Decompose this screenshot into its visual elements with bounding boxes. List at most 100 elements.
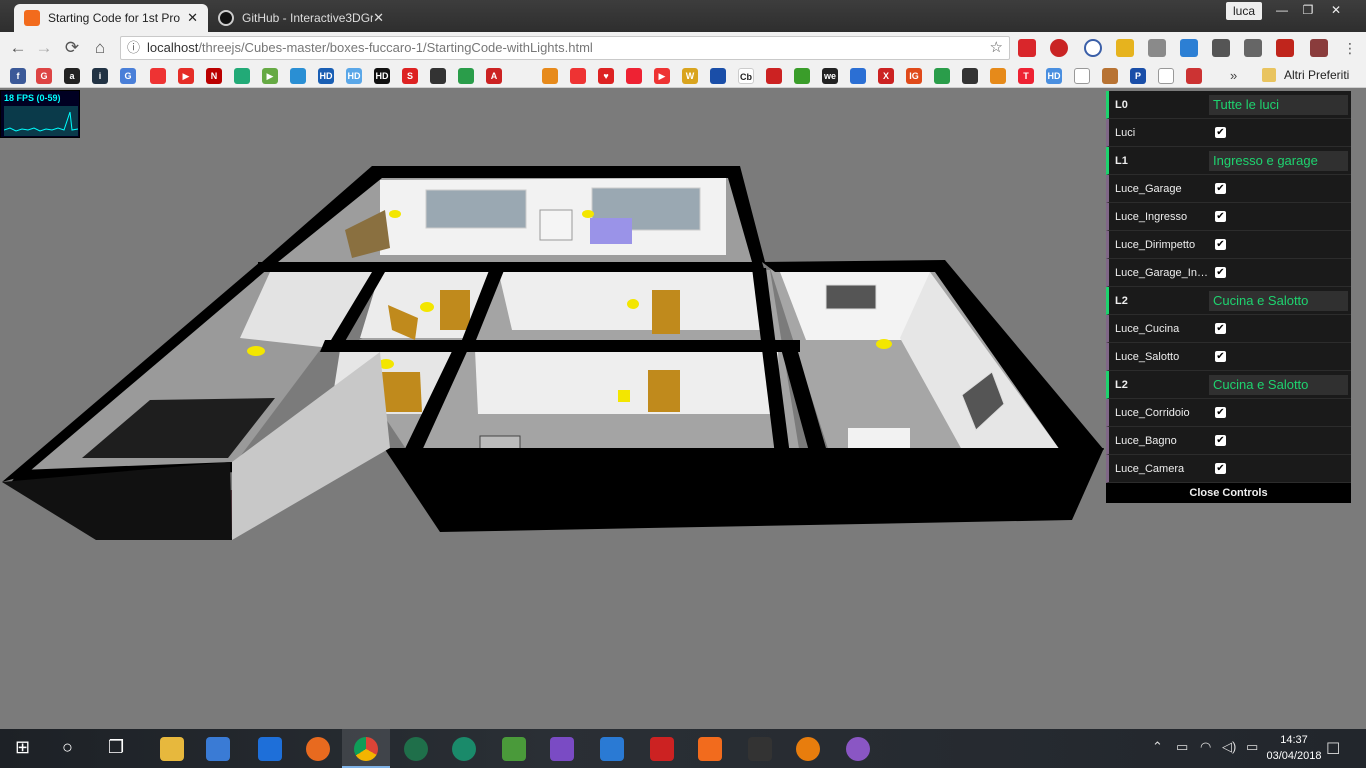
app-icon[interactable] [650, 737, 674, 761]
bookmark-icon[interactable]: Cb [738, 68, 754, 84]
upwork-icon[interactable] [452, 737, 476, 761]
forward-button[interactable]: → [34, 38, 54, 58]
gui-light-toggle-row[interactable]: Luce_Garage ✔ [1106, 175, 1351, 203]
chrome-icon[interactable] [354, 737, 378, 761]
language-icon[interactable]: ▭ [1246, 739, 1258, 755]
bookmark-icon[interactable] [934, 68, 950, 84]
home-button[interactable]: ⌂ [90, 38, 110, 58]
bookmark-icon[interactable]: X [878, 68, 894, 84]
gui-folder-title-input[interactable]: Tutte le luci [1209, 95, 1348, 115]
maximize-button[interactable]: ❐ [1294, 0, 1322, 20]
profile-button[interactable]: luca [1226, 2, 1262, 20]
gui-light-checkbox[interactable]: ✔ [1215, 351, 1226, 362]
gui-light-checkbox[interactable]: ✔ [1215, 407, 1226, 418]
gui-light-checkbox[interactable]: ✔ [1215, 211, 1226, 222]
gui-light-toggle-row[interactable]: Luce_Cucina ✔ [1106, 315, 1351, 343]
tab-github[interactable]: GitHub - Interactive3DGr ✕ [208, 4, 394, 32]
bookmark-paypal-icon[interactable]: P [1130, 68, 1146, 84]
bookmark-icon[interactable]: T [1018, 68, 1034, 84]
bookmark-star-icon[interactable]: ☆ [990, 37, 1003, 59]
edge-icon[interactable] [258, 737, 282, 761]
gui-light-checkbox[interactable]: ✔ [1215, 127, 1226, 138]
search-icon[interactable]: ○ [62, 737, 73, 758]
gui-light-checkbox[interactable]: ✔ [1215, 267, 1226, 278]
file-explorer-icon[interactable] [160, 737, 184, 761]
bookmark-icon[interactable] [626, 68, 642, 84]
adblock-icon[interactable] [1050, 39, 1068, 57]
battery-icon[interactable]: ▭ [1176, 739, 1188, 755]
gui-light-checkbox[interactable]: ✔ [1215, 239, 1226, 250]
bookmark-icon[interactable] [430, 68, 446, 84]
extension-icon[interactable] [1018, 39, 1036, 57]
tray-chevron-icon[interactable]: ⌃ [1152, 739, 1163, 755]
bookmark-icon[interactable]: we [822, 68, 838, 84]
android-studio-icon[interactable] [502, 737, 526, 761]
bookmark-page-icon[interactable] [1158, 68, 1174, 84]
windows-start-icon[interactable]: ⊞ [15, 737, 30, 758]
atom-icon[interactable] [404, 737, 428, 761]
extension-icon[interactable] [1180, 39, 1198, 57]
bookmark-icon[interactable] [234, 68, 250, 84]
task-view-icon[interactable]: ❐ [108, 737, 124, 758]
gui-folder-title-input[interactable]: Cucina e Salotto [1209, 375, 1348, 395]
bookmark-translate-icon[interactable]: G [120, 68, 136, 84]
bookmark-icon[interactable] [542, 68, 558, 84]
other-bookmarks-folder[interactable]: Altri Preferiti [1284, 68, 1349, 82]
bookmark-icon[interactable]: ♥ [598, 68, 614, 84]
bookmark-ibs-icon[interactable]: i [92, 68, 108, 84]
gui-light-toggle-row[interactable]: Luci ✔ [1106, 119, 1351, 147]
gui-light-toggle-row[interactable]: Luce_Garage_In… ✔ [1106, 259, 1351, 287]
bookmark-icon[interactable]: ▶ [654, 68, 670, 84]
volume-icon[interactable]: ◁) [1222, 739, 1236, 755]
extension-icon[interactable] [1212, 39, 1230, 57]
firefox-icon[interactable] [306, 737, 330, 761]
bookmark-icon[interactable] [850, 68, 866, 84]
bookmark-amazon-icon[interactable]: a [64, 68, 80, 84]
vscode-icon[interactable] [600, 737, 624, 761]
gui-light-checkbox[interactable]: ✔ [1215, 323, 1226, 334]
bookmark-icon[interactable]: A [486, 68, 502, 84]
extension-icon[interactable] [1244, 39, 1262, 57]
bookmark-facebook-icon[interactable]: f [10, 68, 26, 84]
address-bar[interactable]: ⓘ localhost/threejs/Cubes-master/boxes-f… [120, 36, 1010, 60]
menu-icon[interactable]: ⋮ [1340, 38, 1360, 58]
gui-light-checkbox[interactable]: ✔ [1215, 435, 1226, 446]
fps-stats[interactable]: 18 FPS (0-59) [0, 90, 80, 138]
notifications-icon[interactable]: ☐ [1326, 739, 1340, 759]
bookmark-youtube-icon[interactable]: ▶ [178, 68, 194, 84]
bookmark-icon[interactable]: IG [906, 68, 922, 84]
bookmark-icon[interactable]: G [36, 68, 52, 84]
gui-light-toggle-row[interactable]: Luce_Bagno ✔ [1106, 427, 1351, 455]
gui-folder-title-input[interactable]: Ingresso e garage [1209, 151, 1348, 171]
bookmark-icon[interactable]: S [402, 68, 418, 84]
bookmark-icon[interactable] [766, 68, 782, 84]
gui-folder-title-input[interactable]: Cucina e Salotto [1209, 291, 1348, 311]
store-icon[interactable] [206, 737, 230, 761]
blender-icon[interactable] [796, 737, 820, 761]
xampp-icon[interactable] [698, 737, 722, 761]
minimize-button[interactable]: — [1268, 0, 1296, 20]
bookmark-icon[interactable] [710, 68, 726, 84]
site-info-icon[interactable]: ⓘ [127, 37, 140, 59]
tab-starting-code[interactable]: Starting Code for 1st Pro ✕ [14, 4, 208, 32]
gui-light-toggle-row[interactable]: Luce_Corridoio ✔ [1106, 399, 1351, 427]
reload-button[interactable]: ⟳ [62, 38, 82, 58]
extension-icon[interactable] [1116, 39, 1134, 57]
wifi-icon[interactable]: ◠ [1200, 739, 1211, 755]
bookmark-icon[interactable] [990, 68, 1006, 84]
bookmark-icon[interactable]: ▶ [262, 68, 278, 84]
unity-icon[interactable] [748, 737, 772, 761]
extension-icon[interactable] [1310, 39, 1328, 57]
gui-light-toggle-row[interactable]: Luce_Salotto ✔ [1106, 343, 1351, 371]
bookmark-page-icon[interactable] [1074, 68, 1090, 84]
bookmark-netflix-icon[interactable]: N [206, 68, 222, 84]
bookmark-icon[interactable] [458, 68, 474, 84]
gui-light-toggle-row[interactable]: Luce_Dirimpetto ✔ [1106, 231, 1351, 259]
gui-light-toggle-row[interactable]: Luce_Ingresso ✔ [1106, 203, 1351, 231]
taskbar-clock[interactable]: 14:37 03/04/2018 [1264, 732, 1324, 764]
tab-close-icon[interactable]: ✕ [373, 10, 384, 26]
close-window-button[interactable]: ✕ [1322, 0, 1350, 20]
visual-studio-icon[interactable] [550, 737, 574, 761]
bookmark-icon[interactable]: W [682, 68, 698, 84]
bookmark-icon[interactable] [1186, 68, 1202, 84]
